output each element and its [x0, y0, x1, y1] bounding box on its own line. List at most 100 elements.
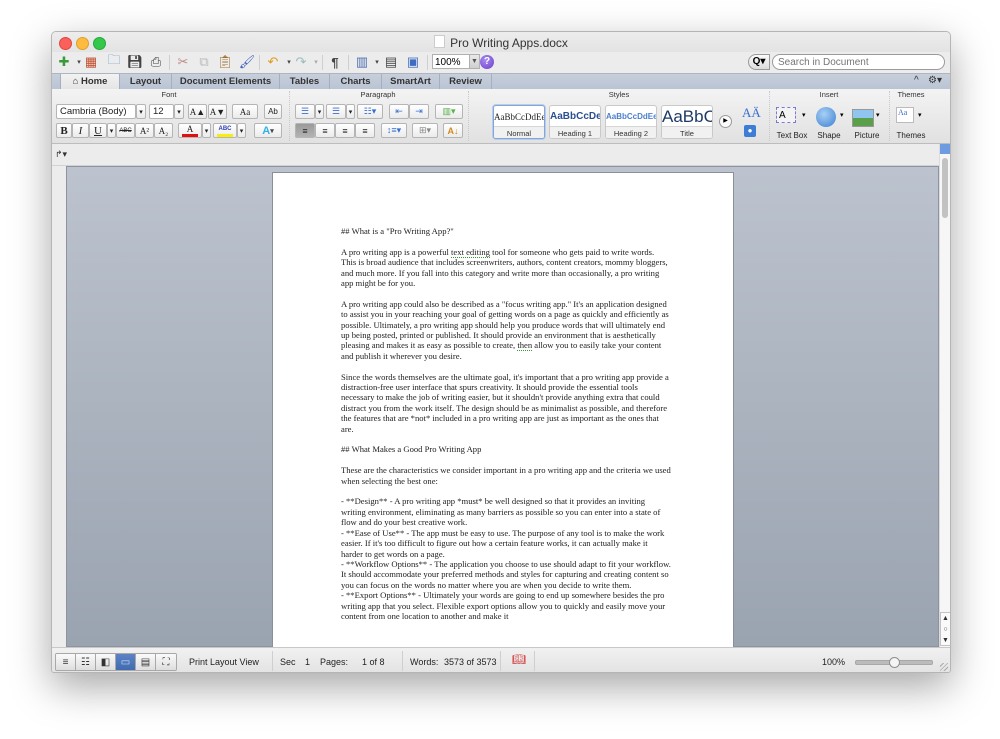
font-name-select[interactable]: Cambria (Body) — [56, 104, 136, 119]
bullets-button[interactable]: ☰ — [295, 104, 315, 119]
zoom-slider-knob[interactable] — [889, 657, 900, 668]
font-color-button[interactable]: A — [178, 123, 202, 138]
ribbon-settings-gear-icon[interactable]: ⚙▾ — [928, 75, 942, 86]
grammar-flag[interactable]: text editing — [451, 246, 490, 258]
highlight-dropdown-icon[interactable]: ▾ — [237, 123, 246, 138]
underline-button[interactable]: U — [89, 123, 107, 138]
themes-label[interactable]: Themes — [890, 131, 932, 140]
style-title[interactable]: AaBbC Title — [661, 105, 713, 139]
superscript-button[interactable]: A² — [135, 123, 154, 138]
help-button[interactable]: ? — [480, 55, 494, 69]
text-box-icon[interactable]: A — [776, 107, 796, 123]
copy-icon[interactable]: ⧉ — [195, 53, 213, 71]
themes-dropdown-icon[interactable]: ▾ — [918, 111, 922, 119]
font-size-select[interactable]: 12 — [149, 104, 174, 119]
shape-dropdown-icon[interactable]: ▾ — [840, 111, 844, 119]
publishing-view-icon[interactable]: ◧ — [96, 654, 116, 670]
text-box-dropdown-icon[interactable]: ▾ — [802, 111, 806, 119]
zoom-slider[interactable] — [855, 657, 933, 668]
zoom-dropdown-icon[interactable]: ▼ — [469, 54, 480, 69]
shape-icon[interactable] — [816, 107, 836, 127]
save-icon[interactable]: 💾︎ — [126, 53, 144, 71]
italic-button[interactable]: I — [72, 123, 89, 138]
draft-view-icon[interactable]: ≡ — [56, 654, 76, 670]
manage-styles-icon[interactable]: AÄ — [742, 105, 761, 121]
browse-object-icon[interactable]: ○ — [941, 624, 950, 635]
align-right-button[interactable]: ≡ — [335, 123, 355, 138]
collapse-ribbon-icon[interactable]: ^ — [914, 75, 919, 86]
tab-home[interactable]: ⌂ Home — [60, 74, 120, 90]
toolbox-icon[interactable]: ▣ — [404, 53, 422, 71]
picture-dropdown-icon[interactable]: ▾ — [876, 111, 880, 119]
zoom-select[interactable]: 100% — [432, 54, 470, 69]
format-painter-icon[interactable]: 🖌︎ — [238, 53, 256, 71]
multilevel-list-button[interactable]: ☷▾ — [357, 104, 383, 119]
numbering-button[interactable]: ☰ — [326, 104, 346, 119]
styles-pane-icon[interactable]: ● — [744, 125, 756, 137]
media-browser-icon[interactable]: ▤ — [382, 53, 400, 71]
tab-tables[interactable]: Tables — [280, 74, 330, 90]
resize-grip-icon[interactable] — [940, 663, 948, 671]
columns-button[interactable]: ▥▾ — [435, 104, 463, 119]
print-icon[interactable]: ⎙ — [147, 53, 165, 71]
tab-layout[interactable]: Layout — [120, 74, 172, 90]
shrink-font-button[interactable]: A▼ — [208, 104, 227, 119]
bold-button[interactable]: B — [56, 123, 72, 138]
numbering-dropdown-icon[interactable]: ▾ — [346, 104, 355, 119]
font-size-dropdown-icon[interactable]: ▾ — [174, 104, 184, 119]
change-case-button[interactable]: Aa — [232, 104, 258, 119]
style-heading-2[interactable]: AaBbCcDdEe Heading 2 — [605, 105, 657, 139]
document-page[interactable]: ## What is a "Pro Writing App?" A pro wr… — [273, 173, 733, 653]
focus-view-icon[interactable]: ⛶ — [156, 654, 176, 670]
picture-label[interactable]: Picture — [850, 131, 884, 140]
gallery-icon[interactable]: ▦ — [82, 53, 100, 71]
previous-page-icon[interactable]: ▲ — [941, 613, 950, 624]
proofing-error-icon[interactable]: 📖︎ — [512, 653, 526, 666]
paste-icon[interactable]: 📋︎ — [216, 53, 234, 71]
style-heading-1[interactable]: AaBbCcDe Heading 1 — [549, 105, 601, 139]
print-layout-view-icon[interactable]: ▭ — [116, 654, 136, 670]
line-spacing-button[interactable]: ↕≡▾ — [381, 123, 407, 138]
styles-next-arrow-icon[interactable]: ▶ — [719, 115, 732, 128]
document-body[interactable]: ## What is a "Pro Writing App?" A pro wr… — [341, 226, 671, 621]
tab-document-elements[interactable]: Document Elements — [172, 74, 280, 90]
search-icon[interactable]: Q▾ — [748, 54, 770, 70]
strikethrough-button[interactable]: ABC — [116, 123, 135, 138]
font-color-dropdown-icon[interactable]: ▾ — [202, 123, 211, 138]
vertical-scrollbar[interactable]: ▲ ○ ▼ — [939, 144, 950, 647]
grammar-flag[interactable]: then — [517, 340, 533, 352]
notebook-view-icon[interactable]: ▤ — [136, 654, 156, 670]
tab-charts[interactable]: Charts — [330, 74, 382, 90]
search-input[interactable] — [772, 54, 945, 70]
underline-dropdown-icon[interactable]: ▾ — [107, 123, 116, 138]
borders-button[interactable]: ⊞▾ — [412, 123, 438, 138]
outline-view-icon[interactable]: ☷ — [76, 654, 96, 670]
subscript-button[interactable]: A₂ — [154, 123, 173, 138]
justify-button[interactable]: ≡ — [355, 123, 375, 138]
tab-selector-icon[interactable]: ↱▾ — [55, 149, 67, 160]
decrease-indent-button[interactable]: ⇤ — [389, 104, 409, 119]
themes-icon[interactable]: Aa — [896, 107, 914, 123]
clear-formatting-button[interactable]: Ab — [264, 104, 282, 119]
text-box-label[interactable]: Text Box — [772, 131, 812, 140]
style-normal[interactable]: AaBbCcDdEe Normal — [493, 105, 545, 139]
show-formatting-icon[interactable]: ¶ — [326, 53, 344, 71]
sort-icon[interactable]: A↓ — [443, 123, 463, 138]
text-effects-button[interactable]: A ▾ — [254, 123, 282, 138]
cut-icon[interactable]: ✂ — [174, 53, 192, 71]
tab-smartart[interactable]: SmartArt — [382, 74, 440, 90]
picture-icon[interactable] — [852, 109, 874, 127]
align-left-button[interactable]: ≡ — [295, 123, 315, 138]
open-folder-icon[interactable]: 🗀 — [105, 52, 123, 71]
highlight-button[interactable]: ABC — [213, 123, 237, 138]
increase-indent-button[interactable]: ⇥ — [409, 104, 429, 119]
grow-font-button[interactable]: A▲ — [188, 104, 207, 119]
align-center-button[interactable]: ≡ — [315, 123, 335, 138]
font-name-dropdown-icon[interactable]: ▾ — [136, 104, 146, 119]
tab-review[interactable]: Review — [440, 74, 492, 90]
scroll-thumb[interactable] — [942, 158, 948, 218]
ruler-toggle-icon[interactable] — [940, 144, 950, 154]
next-page-icon[interactable]: ▼ — [941, 635, 950, 646]
shape-label[interactable]: Shape — [812, 131, 846, 140]
bullets-dropdown-icon[interactable]: ▾ — [315, 104, 324, 119]
